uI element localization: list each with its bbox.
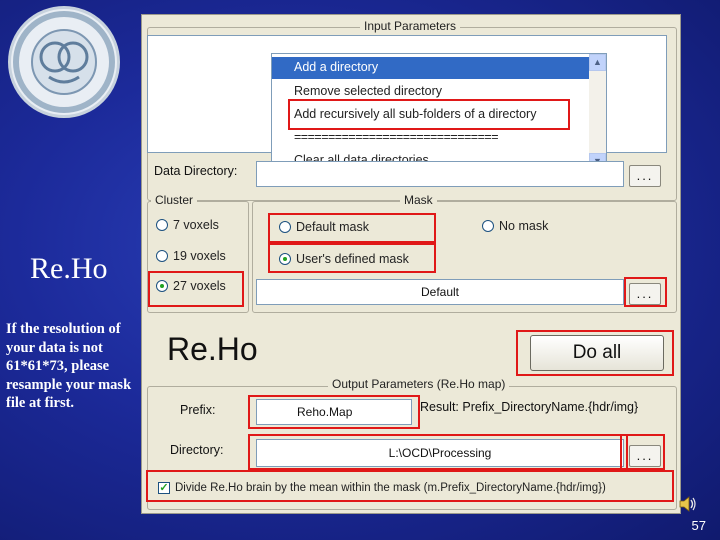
highlight-27-voxels bbox=[148, 271, 244, 307]
scroll-up-icon[interactable]: ▲ bbox=[589, 54, 606, 71]
slide-title: Re.Ho bbox=[30, 252, 108, 285]
cluster-option-19[interactable]: 19 voxels bbox=[156, 249, 226, 263]
highlight-mask-browse bbox=[624, 277, 667, 307]
app-title: Re.Ho bbox=[167, 331, 258, 367]
institution-logo bbox=[8, 6, 120, 118]
highlight-add-recursive bbox=[288, 99, 570, 130]
radio-19-voxels[interactable] bbox=[156, 250, 168, 262]
cluster-option-7-label: 7 voxels bbox=[173, 218, 219, 232]
mask-option-none[interactable]: No mask bbox=[482, 219, 548, 233]
mask-none-label: No mask bbox=[499, 219, 549, 233]
mask-file-input[interactable]: Default bbox=[256, 279, 624, 305]
data-directory-label: Data Directory: bbox=[154, 164, 238, 178]
output-parameters-title: Output Parameters (Re.Ho map) bbox=[328, 377, 510, 391]
data-directory-browse-button[interactable]: ... bbox=[629, 165, 661, 187]
logo-emblem-icon bbox=[13, 11, 115, 113]
slide-note: If the resolution of your data is not 61… bbox=[6, 321, 132, 411]
menu-item-remove-directory[interactable]: Remove selected directory bbox=[294, 84, 442, 98]
menu-item-add-directory[interactable]: Add a directory bbox=[294, 60, 378, 74]
cluster-title: Cluster bbox=[151, 193, 198, 207]
highlight-user-mask bbox=[268, 243, 436, 273]
result-text: Result: Prefix_DirectoryName.{hdr/img} bbox=[420, 400, 639, 414]
highlight-divide-option bbox=[146, 470, 674, 502]
directory-label: Directory: bbox=[170, 443, 224, 457]
data-directory-input[interactable] bbox=[256, 161, 624, 187]
menu-separator: ============================== bbox=[294, 130, 499, 144]
cluster-option-7[interactable]: 7 voxels bbox=[156, 218, 219, 232]
speaker-icon[interactable] bbox=[678, 494, 698, 514]
cluster-option-19-label: 19 voxels bbox=[173, 249, 226, 263]
prefix-label: Prefix: bbox=[180, 403, 216, 417]
input-parameters-title: Input Parameters bbox=[360, 19, 461, 33]
dropdown-scrollbar[interactable]: ▲ ▼ bbox=[589, 54, 606, 170]
radio-7-voxels[interactable] bbox=[156, 219, 168, 231]
highlight-default-mask bbox=[268, 213, 436, 243]
highlight-do-all bbox=[516, 330, 674, 376]
highlight-output-browse bbox=[620, 434, 665, 470]
mask-title: Mask bbox=[400, 193, 437, 207]
page-number: 57 bbox=[691, 518, 706, 533]
highlight-prefix bbox=[248, 395, 420, 429]
reho-window: Input Parameters Add a directory Remove … bbox=[141, 14, 681, 514]
highlight-output-directory bbox=[248, 434, 628, 470]
radio-no-mask[interactable] bbox=[482, 220, 494, 232]
